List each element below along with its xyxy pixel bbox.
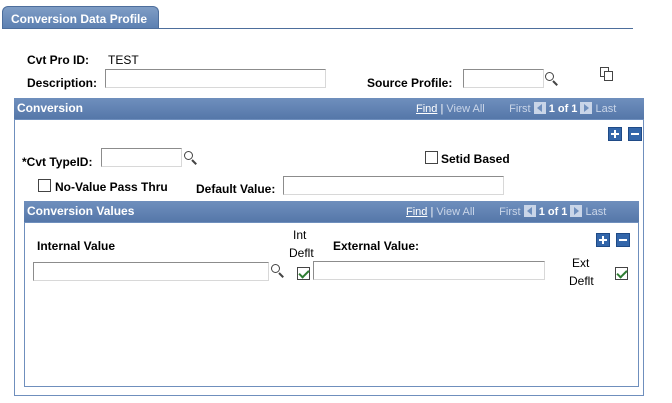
source-profile-lookup-icon[interactable] — [545, 72, 559, 86]
external-value-input[interactable] — [313, 261, 545, 280]
arrow-left-icon[interactable] — [533, 102, 546, 114]
conversion-values-position: 1 of 1 — [538, 206, 568, 218]
arrow-right-icon[interactable] — [580, 102, 593, 114]
conversion-delete-row-minus-icon[interactable] — [628, 127, 642, 141]
nav-separator: | — [430, 206, 434, 218]
internal-value-input[interactable] — [33, 262, 269, 281]
cvt-typeid-label: *Cvt TypeID: — [22, 155, 93, 169]
conversion-values-view-all-link[interactable]: View All — [436, 206, 474, 218]
ext-deflt-label-line2: Deflt — [569, 274, 594, 288]
no-value-pass-thru-checkbox[interactable] — [38, 179, 51, 192]
conversion-values-add-row-plus-icon[interactable] — [596, 233, 610, 247]
no-value-pass-thru-label: No-Value Pass Thru — [55, 180, 168, 194]
description-input[interactable] — [105, 69, 326, 88]
internal-value-label: Internal Value — [37, 239, 116, 253]
external-value-label: External Value: — [333, 239, 420, 253]
conversion-header-bar: Conversion Find | View All First 1 of 1 … — [14, 98, 644, 119]
description-label: Description: — [27, 76, 98, 90]
conversion-values-panel — [24, 222, 639, 387]
conversion-values-nav: Find | View All First 1 of 1 Last — [406, 205, 606, 218]
tab-conversion-data-profile[interactable]: Conversion Data Profile — [2, 6, 159, 29]
conversion-position: 1 of 1 — [548, 103, 578, 115]
nav-separator: | — [440, 103, 444, 115]
internal-value-lookup-icon[interactable] — [271, 264, 285, 278]
default-value-input[interactable] — [283, 176, 504, 195]
arrow-right-icon[interactable] — [570, 205, 583, 217]
default-value-label: Default Value: — [196, 182, 276, 196]
conversion-values-delete-row-minus-icon[interactable] — [616, 233, 630, 247]
conversion-title: Conversion — [17, 101, 84, 115]
tab-divider — [2, 28, 633, 29]
int-deflt-label-line2: Deflt — [289, 246, 314, 260]
conversion-values-header-bar: Conversion Values Find | View All First … — [24, 201, 639, 222]
cvt-pro-id-label: Cvt Pro ID: — [27, 53, 90, 67]
cvt-typeid-input[interactable] — [101, 148, 182, 167]
conversion-values-last-label: Last — [585, 206, 607, 218]
cvt-pro-id-value: TEST — [108, 53, 139, 67]
source-profile-input[interactable] — [463, 69, 544, 88]
setid-based-checkbox[interactable] — [425, 151, 438, 164]
arrow-left-icon[interactable] — [523, 205, 536, 217]
setid-based-label: Setid Based — [441, 152, 510, 166]
int-deflt-checkbox[interactable] — [297, 267, 310, 280]
conversion-first-label: First — [509, 103, 531, 115]
conversion-values-title: Conversion Values — [27, 204, 135, 218]
conversion-last-label: Last — [595, 103, 617, 115]
ext-deflt-label-line1: Ext — [572, 256, 590, 270]
source-profile-label: Source Profile: — [367, 76, 453, 90]
copy-icon[interactable] — [600, 67, 614, 81]
int-deflt-label-line1: Int — [293, 228, 307, 242]
conversion-nav: Find | View All First 1 of 1 Last — [416, 102, 616, 115]
tab-label: Conversion Data Profile — [11, 12, 148, 26]
ext-deflt-checkbox[interactable] — [615, 267, 628, 280]
conversion-view-all-link[interactable]: View All — [446, 103, 484, 115]
conversion-values-first-label: First — [499, 206, 521, 218]
conversion-add-row-plus-icon[interactable] — [608, 127, 622, 141]
conversion-values-find-link[interactable]: Find — [406, 206, 427, 218]
cvt-typeid-lookup-icon[interactable] — [184, 151, 198, 165]
conversion-find-link[interactable]: Find — [416, 103, 437, 115]
